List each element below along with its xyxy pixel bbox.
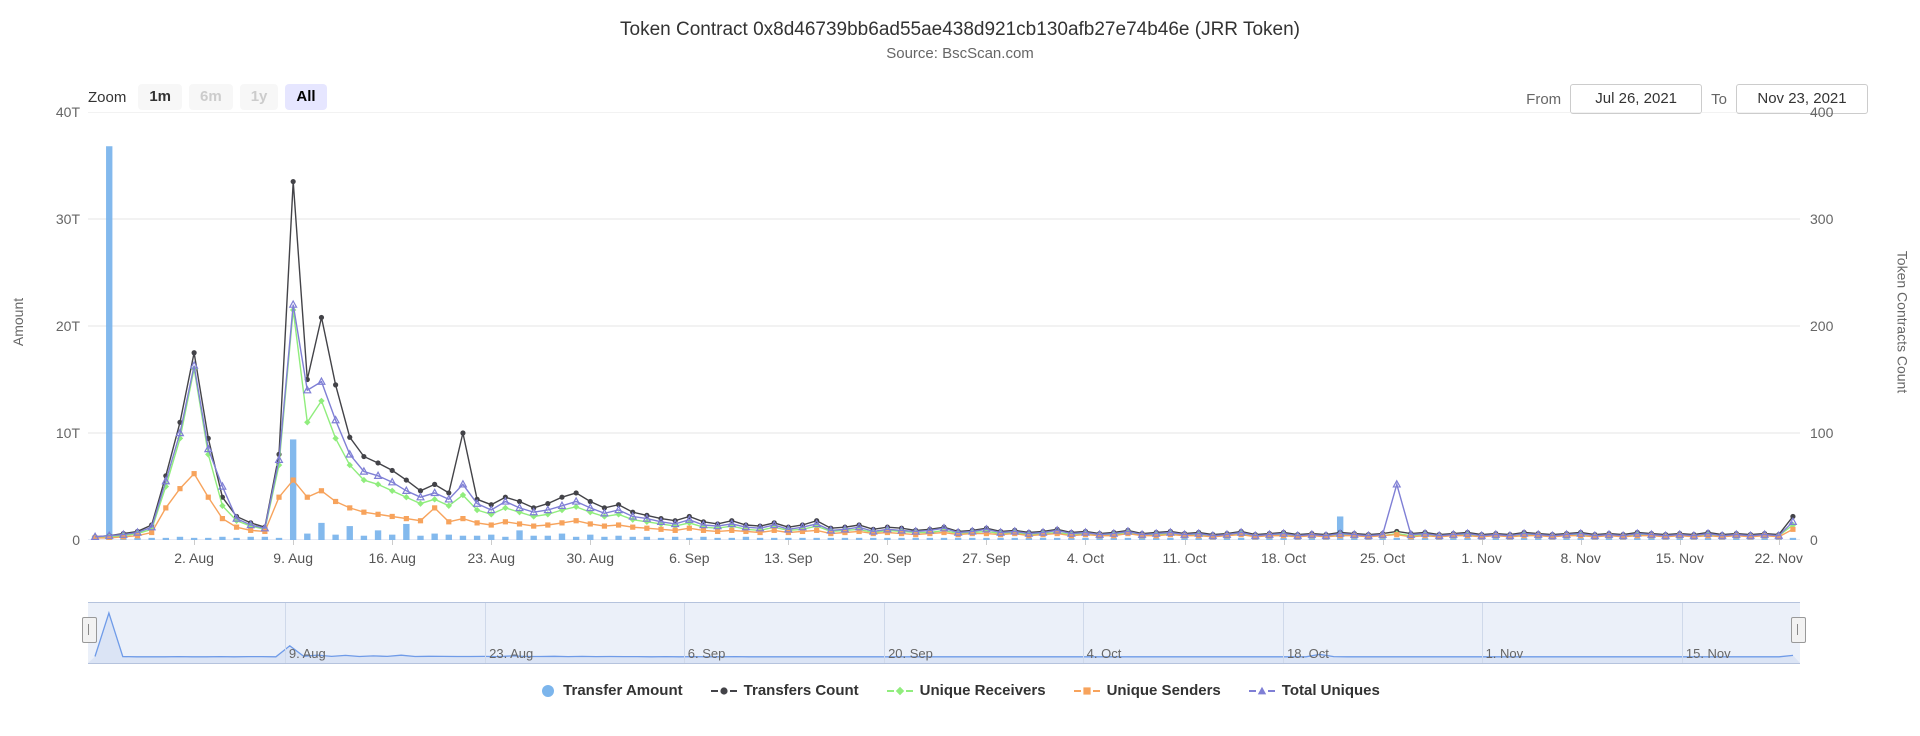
square-line-icon xyxy=(1073,687,1100,695)
navigator-gridline xyxy=(1082,603,1084,663)
chart-subtitle: Source: BscScan.com xyxy=(886,45,1034,62)
y-axis-left-tick: 20T xyxy=(55,318,80,334)
x-axis-tick-label: 22. Nov xyxy=(1754,550,1803,566)
title-block: Token Contract 0x8d46739bb6ad55ae438d921… xyxy=(0,18,1920,64)
x-axis-tick-mark xyxy=(392,540,394,545)
navigator[interactable]: 9. Aug 23. Aug 6. Sep 20. Sep 4. Oct 18. Oct 1… xyxy=(82,602,1806,664)
x-axis-tick-mark xyxy=(1184,540,1186,545)
triangle-line-icon xyxy=(1248,686,1275,695)
x-axis-tick-mark xyxy=(1481,540,1483,545)
x-axis-tick-mark xyxy=(689,540,691,545)
legend-label: Transfers Count xyxy=(743,682,859,699)
range-button-6m[interactable]: 6m xyxy=(189,84,233,110)
y-axis-right-tick: 300 xyxy=(1810,211,1834,227)
x-axis-tick-label: 15. Nov xyxy=(1655,550,1704,566)
chart-container: Token Contract 0x8d46739bb6ad55ae438d921… xyxy=(0,0,1920,736)
circle-line-icon xyxy=(710,687,737,695)
x-axis-tick-label: 18. Oct xyxy=(1260,550,1307,566)
navigator-tick-label: 20. Sep xyxy=(888,646,933,661)
legend-item-unique-receivers[interactable]: Unique Receivers xyxy=(886,682,1046,700)
range-selector: Zoom 1m 6m 1y All xyxy=(88,84,327,110)
y-axis-right-tick: 400 xyxy=(1810,104,1834,120)
y-axis-right-title: Token Contracts Count xyxy=(1894,250,1910,394)
x-axis-tick-mark xyxy=(1778,540,1780,545)
y-axis-left-tick: 10T xyxy=(55,425,80,441)
navigator-gridline xyxy=(1481,603,1483,663)
legend-label: Total Uniques xyxy=(1281,682,1380,699)
plot-area: 0 10T 20T 30T 40T 0 100 200 300 400 2. Aug 9. Aug 16… xyxy=(56,105,1833,565)
y-axis-left-tick: 30T xyxy=(55,211,80,227)
x-axis-tick-label: 11. Oct xyxy=(1162,550,1207,566)
x-axis-tick-mark xyxy=(1580,540,1582,545)
x-axis-tick-label: 8. Nov xyxy=(1560,550,1601,566)
navigator-tick-label: 18. Oct xyxy=(1286,646,1329,661)
navigator-handle-right[interactable] xyxy=(1791,617,1806,643)
x-axis-tick-mark xyxy=(293,540,295,545)
x-axis-tick-mark xyxy=(194,540,196,545)
navigator-tick-label: 4. Oct xyxy=(1086,646,1122,661)
navigator-handle-left[interactable] xyxy=(82,617,97,643)
x-axis-tick-label: 25. Oct xyxy=(1360,550,1406,566)
navigator-gridline xyxy=(884,603,886,663)
x-axis-tick-mark xyxy=(986,540,988,545)
to-label: To xyxy=(1711,90,1727,108)
circle-icon xyxy=(542,685,555,697)
navigator-svg xyxy=(88,610,1800,663)
x-axis-tick-mark xyxy=(1382,540,1384,545)
navigator-tick-label: 1. Nov xyxy=(1485,646,1524,661)
plot-svg xyxy=(88,111,1825,542)
navigator-tick-label: 6. Sep xyxy=(687,646,726,661)
page-title: Token Contract 0x8d46739bb6ad55ae438d921… xyxy=(620,19,1300,40)
legend-label: Unique Receivers xyxy=(919,682,1046,699)
navigator-gridline xyxy=(1282,603,1284,663)
y-axis-left-tick: 0 xyxy=(72,532,80,548)
y-axis-left-tick: 40T xyxy=(55,104,80,120)
from-label: From xyxy=(1526,90,1562,108)
x-axis-tick-mark xyxy=(1679,540,1681,545)
x-axis-tick-label: 1. Nov xyxy=(1461,550,1502,566)
from-date-input[interactable]: Jul 26, 2021 xyxy=(1570,84,1703,114)
x-axis-tick-label: 2. Aug xyxy=(174,550,214,566)
x-axis-tick-label: 16. Aug xyxy=(368,550,416,566)
diamond-line-icon xyxy=(886,686,913,696)
x-axis-tick-label: 30. Aug xyxy=(566,550,615,566)
x-axis-tick-label: 13. Sep xyxy=(764,550,813,566)
navigator-gridline xyxy=(683,603,685,663)
x-axis-tick-mark xyxy=(1085,540,1087,545)
legend-item-total-uniques[interactable]: Total Uniques xyxy=(1248,682,1380,700)
x-axis-tick-mark xyxy=(788,540,790,545)
x-axis-tick-label: 4. Oct xyxy=(1066,550,1105,566)
legend-label: Unique Senders xyxy=(1106,682,1221,699)
legend-item-transfer-amount[interactable]: Transfer Amount xyxy=(540,682,683,700)
navigator-gridline xyxy=(1681,603,1683,663)
x-axis-tick-mark xyxy=(590,540,592,545)
x-axis-tick-mark xyxy=(887,540,889,545)
legend: Transfer Amount Transfers Count Unique Rec… xyxy=(0,682,1920,700)
x-axis-tick-mark xyxy=(491,540,493,545)
x-axis-tick-label: 23. Aug xyxy=(467,550,515,566)
legend-item-transfers-count[interactable]: Transfers Count xyxy=(710,682,859,700)
range-button-1y[interactable]: 1y xyxy=(239,84,279,110)
legend-item-unique-senders[interactable]: Unique Senders xyxy=(1073,682,1221,700)
navigator-gridline xyxy=(284,603,286,663)
y-axis-right-tick: 100 xyxy=(1810,425,1834,441)
x-axis-tick-label: 27. Sep xyxy=(962,550,1011,566)
y-axis-right-tick: 200 xyxy=(1810,318,1834,334)
navigator-gridline xyxy=(485,603,487,663)
y-axis-right-tick: 0 xyxy=(1810,532,1818,548)
zoom-label: Zoom xyxy=(88,88,127,106)
x-axis-tick-label: 20. Sep xyxy=(863,550,912,566)
navigator-tick-label: 23. Aug xyxy=(489,646,534,661)
range-button-1m[interactable]: 1m xyxy=(138,84,183,110)
range-button-all[interactable]: All xyxy=(285,84,327,110)
navigator-tick-label: 15. Nov xyxy=(1685,646,1731,661)
x-axis-tick-mark xyxy=(1283,540,1285,545)
x-axis-tick-label: 9. Aug xyxy=(273,550,314,566)
x-axis-tick-label: 6. Sep xyxy=(669,550,710,566)
legend-label: Transfer Amount xyxy=(563,682,683,699)
navigator-tick-label: 9. Aug xyxy=(288,646,326,661)
